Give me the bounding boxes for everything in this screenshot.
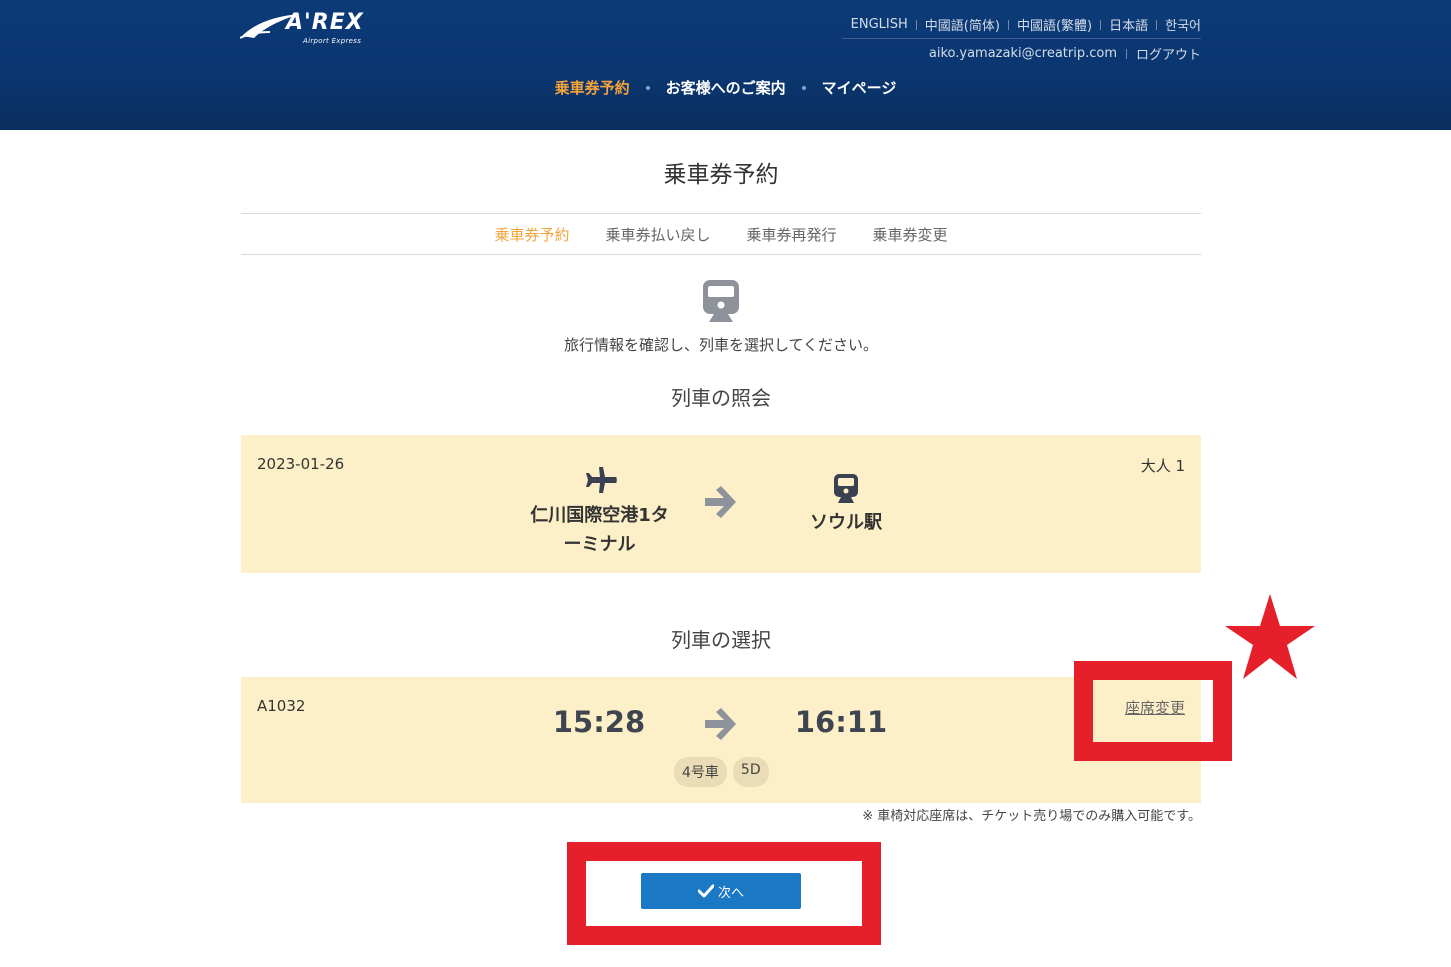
train-number: A1032 — [257, 697, 306, 715]
header-divider — [842, 38, 1201, 39]
seat-number-badge: 5D — [732, 757, 769, 787]
train-icon — [834, 474, 858, 503]
tab-reservation[interactable]: 乗車券予約 — [476, 224, 587, 245]
airplane-icon — [585, 467, 617, 493]
tab-reissue[interactable]: 乗車券再発行 — [729, 224, 855, 245]
page-title: 乗車券予約 — [663, 162, 779, 188]
nav-customer-guide[interactable]: お客様へのご案内 — [664, 77, 788, 98]
seat-tags: 4号車 5D — [674, 757, 769, 787]
annotation-highlight-next-button — [567, 842, 881, 945]
user-separator — [1125, 48, 1127, 59]
nav-ticket-reservation[interactable]: 乗車券予約 — [553, 77, 632, 98]
lang-chinese-simplified[interactable]: 中國語(简体) — [917, 15, 1008, 34]
language-bar: ENGLISH 中國語(简体) 中國語(繁體) 日本語 한국어 — [843, 15, 1201, 34]
origin-name-line2: ーミナル — [563, 534, 636, 555]
car-number-badge: 4号車 — [674, 757, 727, 787]
wheelchair-note: ※ 車椅対応座席は、チケット売り場でのみ購入可能です。 — [862, 809, 1201, 824]
lang-korean[interactable]: 한국어 — [1157, 15, 1201, 34]
origin-station: 仁川国際空港1タ ーミナル — [522, 465, 677, 559]
origin-name-line1: 仁川国際空港1タ — [530, 505, 669, 526]
nav-dot — [801, 85, 806, 90]
tab-change[interactable]: 乗車券変更 — [855, 224, 966, 245]
nav-dot — [645, 85, 650, 90]
lang-chinese-traditional[interactable]: 中國語(繁體) — [1009, 15, 1100, 34]
arrival-time: 16:11 — [794, 705, 888, 739]
site-header: A'REX Airport Express ENGLISH 中國語(简体) 中國… — [0, 0, 1451, 130]
passenger-count: 大人 1 — [1140, 457, 1185, 475]
sub-tabs: 乗車券予約 乗車券払い戻し 乗車券再発行 乗車券変更 — [241, 213, 1201, 255]
annotation-highlight-seat-change — [1074, 661, 1232, 761]
logo-text: A'REX — [286, 10, 364, 35]
user-bar: aiko.yamazaki@creatrip.com ログアウト — [929, 44, 1201, 63]
arex-logo[interactable]: A'REX Airport Express — [240, 8, 375, 48]
logo-subtitle: Airport Express — [303, 37, 362, 45]
section-title-selection: 列車の選択 — [671, 628, 771, 652]
travel-date: 2023-01-26 — [257, 455, 345, 473]
departure-time: 15:28 — [552, 705, 646, 739]
train-selection-panel[interactable]: A1032 15:28 16:11 4号車 5D 座席変更 — [241, 677, 1201, 803]
inquiry-panel: 2023-01-26 仁川国際空港1タ ーミナル ソウル駅 大人 1 — [241, 435, 1201, 573]
destination-station-name: ソウル駅 — [810, 512, 882, 533]
arrow-right-icon — [705, 486, 736, 518]
tab-refund[interactable]: 乗車券払い戻し — [587, 224, 728, 245]
user-email: aiko.yamazaki@creatrip.com — [928, 46, 1117, 61]
star-icon — [1225, 594, 1315, 679]
lang-japanese[interactable]: 日本語 — [1101, 15, 1156, 34]
main-nav: 乗車券予約 お客様へのご案内 マイページ — [0, 77, 1451, 98]
nav-my-page[interactable]: マイページ — [820, 77, 899, 98]
arrow-right-icon — [705, 708, 736, 740]
train-icon — [703, 280, 739, 322]
section-title-inquiry: 列車の照会 — [671, 386, 771, 410]
origin-station-name: 仁川国際空港1タ ーミナル — [522, 501, 677, 559]
instruction-text: 旅行情報を確認し、列車を選択してください。 — [563, 336, 879, 354]
lang-english[interactable]: ENGLISH — [843, 17, 916, 32]
destination-station: ソウル駅 — [796, 473, 896, 534]
logout-link[interactable]: ログアウト — [1136, 44, 1201, 63]
